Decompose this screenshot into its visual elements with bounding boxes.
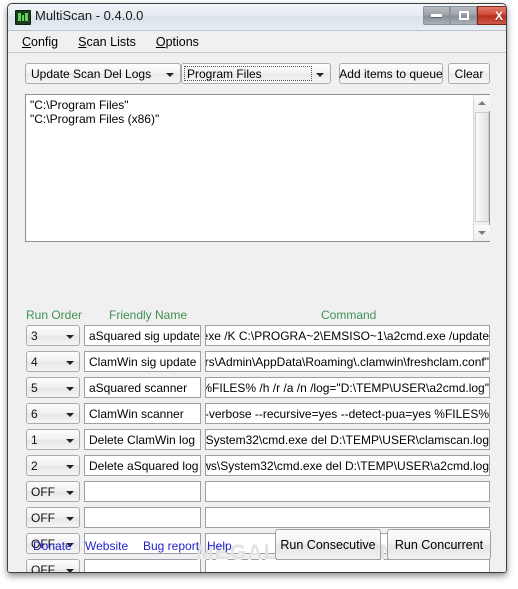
title-bar[interactable]: MultiScan - 0.4.0.0 X — [8, 4, 506, 31]
run-concurrent-button[interactable]: Run Concurrent — [387, 529, 491, 560]
table-row: 1 Delete ClamWin log ws\System32\cmd.exe d… — [8, 429, 506, 455]
friendly-name-input[interactable]: Delete aSquared log — [84, 455, 201, 476]
column-header-run-order: Run Order — [26, 308, 83, 322]
chevron-down-icon — [66, 413, 74, 417]
chevron-down-icon — [66, 387, 74, 391]
run-order-value: 4 — [31, 355, 38, 369]
path-list-textarea[interactable]: "C:\Program Files" "C:\Program Files (x8… — [25, 94, 490, 242]
chevron-down-icon — [166, 73, 174, 77]
table-row: 3 aSquared sig update nd.exe /K C:\PROGRA~… — [8, 325, 506, 351]
scroll-down-arrow-icon[interactable] — [474, 225, 490, 241]
run-order-value: OFF — [31, 485, 55, 499]
command-text: nd.exe /K C:\PROGRA~2\EMSISO~1\a2cmd.exe… — [205, 329, 489, 343]
website-link[interactable]: Website — [85, 539, 128, 553]
command-input[interactable]: Users\Admin\AppData\Roaming\.clamwin\fre… — [205, 351, 490, 372]
table-row: 2 Delete aSquared log ndows\System32\cmd.e… — [8, 455, 506, 481]
scan-list-dropdown[interactable]: Update Scan Del Logs — [25, 63, 181, 84]
donate-link[interactable]: Donate — [33, 539, 72, 553]
column-header-command: Command — [321, 308, 377, 322]
target-dropdown[interactable]: Program Files — [181, 63, 331, 84]
table-row: 4 ClamWin sig update Users\Admin\AppData\R… — [8, 351, 506, 377]
command-input[interactable]: ndows\System32\cmd.exe del D:\TEMP\USER\… — [205, 455, 490, 476]
menu-label-config: onfig — [31, 34, 59, 49]
scroll-up-arrow-icon[interactable] — [474, 95, 490, 111]
minimize-icon — [431, 14, 442, 17]
chevron-down-icon — [66, 491, 74, 495]
command-input[interactable]: nd.exe /K C:\PROGRA~2\EMSISO~1\a2cmd.exe… — [205, 325, 490, 346]
run-order-dropdown[interactable]: 4 — [26, 351, 80, 372]
table-row: OFF — [8, 481, 506, 507]
application-window: MultiScan - 0.4.0.0 X Config Scan Lists … — [7, 3, 507, 573]
run-consecutive-button[interactable]: Run Consecutive — [275, 529, 381, 560]
minimize-button[interactable] — [423, 6, 450, 25]
menu-label-scan-lists: can Lists — [86, 34, 136, 49]
friendly-name-input[interactable]: ClamWin sig update — [84, 351, 201, 372]
run-order-value: 3 — [31, 329, 38, 343]
run-order-dropdown[interactable]: 2 — [26, 455, 80, 476]
friendly-name-input[interactable] — [84, 481, 201, 502]
command-input[interactable] — [205, 481, 490, 502]
run-order-value: 2 — [31, 459, 38, 473]
scrollbar-thumb[interactable] — [475, 112, 489, 222]
run-order-dropdown[interactable]: 6 — [26, 403, 80, 424]
run-order-dropdown[interactable]: 1 — [26, 429, 80, 450]
run-order-value: 5 — [31, 381, 38, 395]
table-row: 5 aSquared scanner =%FILES% /h /r /a /n /l… — [8, 377, 506, 403]
command-input[interactable]: =%FILES% /h /r /a /n /log="D:\TEMP\USER\… — [205, 377, 490, 398]
menu-item-options[interactable]: Options — [146, 33, 209, 51]
command-text: ws\System32\cmd.exe del D:\TEMP\USER\cla… — [205, 433, 489, 447]
menu-bar: Config Scan Lists Options — [8, 31, 506, 53]
command-input[interactable]: n.log" --verbose --recursive=yes --detec… — [205, 403, 490, 424]
client-area: Update Scan Del Logs Program Files Add i… — [8, 53, 506, 572]
friendly-name-input[interactable]: ClamWin scanner — [84, 403, 201, 424]
command-text: =%FILES% /h /r /a /n /log="D:\TEMP\USER\… — [205, 381, 489, 395]
command-text: n.log" --verbose --recursive=yes --detec… — [205, 407, 489, 421]
chevron-down-icon — [66, 361, 74, 365]
close-button[interactable]: X — [477, 6, 506, 25]
friendly-name-input[interactable]: aSquared sig update — [84, 325, 201, 346]
maximize-icon — [458, 11, 469, 20]
bug-report-link[interactable]: Bug report — [143, 539, 199, 553]
command-text: ndows\System32\cmd.exe del D:\TEMP\USER\… — [205, 459, 489, 473]
table-row: 6 ClamWin scanner n.log" --verbose --recur… — [8, 403, 506, 429]
add-items-to-queue-button[interactable]: Add items to queue — [339, 63, 443, 84]
command-text: Users\Admin\AppData\Roaming\.clamwin\fre… — [205, 355, 489, 369]
window-title: MultiScan - 0.4.0.0 — [35, 8, 144, 23]
maximize-button[interactable] — [450, 6, 477, 25]
vertical-scrollbar[interactable] — [473, 95, 490, 241]
clear-button[interactable]: Clear — [448, 63, 490, 84]
chevron-down-icon — [66, 465, 74, 469]
run-order-value: 6 — [31, 407, 38, 421]
close-icon: X — [494, 8, 503, 23]
help-link[interactable]: Help — [207, 539, 232, 553]
run-order-dropdown[interactable]: 3 — [26, 325, 80, 346]
path-list-content: "C:\Program Files" "C:\Program Files (x8… — [30, 98, 160, 126]
friendly-name-input[interactable]: aSquared scanner — [84, 377, 201, 398]
chevron-down-icon — [66, 335, 74, 339]
target-dropdown-value: Program Files — [187, 67, 262, 81]
chevron-down-icon — [316, 73, 324, 77]
menu-item-scan-lists[interactable]: Scan Lists — [68, 33, 146, 51]
scan-list-dropdown-value: Update Scan Del Logs — [31, 67, 152, 81]
friendly-name-input[interactable]: Delete ClamWin log — [84, 429, 201, 450]
run-order-value: 1 — [31, 433, 38, 447]
run-order-dropdown[interactable]: 5 — [26, 377, 80, 398]
column-header-friendly-name: Friendly Name — [109, 308, 188, 322]
menu-item-config[interactable]: Config — [12, 33, 68, 51]
chevron-down-icon — [66, 439, 74, 443]
run-order-dropdown[interactable]: OFF — [26, 481, 80, 502]
app-monitor-icon — [15, 10, 31, 25]
footer: Donate Website Bug report Help Run Conse… — [8, 520, 506, 572]
toolbar: Update Scan Del Logs Program Files Add i… — [8, 53, 506, 87]
menu-label-options: ptions — [165, 34, 199, 49]
command-input[interactable]: ws\System32\cmd.exe del D:\TEMP\USER\cla… — [205, 429, 490, 450]
